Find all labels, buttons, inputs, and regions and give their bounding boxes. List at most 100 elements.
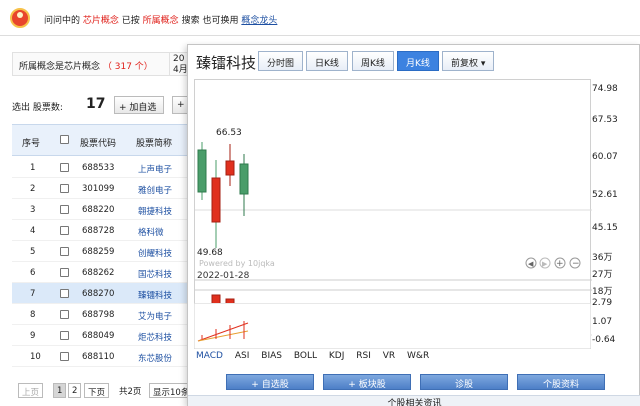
table-row[interactable]: 9 688049 炬芯科技	[12, 325, 194, 346]
indicator-bias[interactable]: BIAS	[261, 351, 282, 361]
indicator-macd[interactable]: MACD	[196, 351, 223, 361]
table-row[interactable]: 4 688728 格科微	[12, 220, 194, 241]
alt-concept-link[interactable]: 概念龙头	[241, 16, 277, 26]
tab-adjust[interactable]: 前复权 ▾	[442, 51, 495, 71]
date-bottom: 4月	[173, 65, 188, 75]
row-checkbox[interactable]	[60, 352, 69, 361]
row-checkbox[interactable]	[60, 247, 69, 256]
concept-count: （ 317 个）	[102, 62, 153, 72]
row-name-link[interactable]: 上声电子	[138, 163, 172, 175]
row-checkbox[interactable]	[60, 205, 69, 214]
row-code: 301099	[82, 184, 115, 194]
question-mid: 已按	[121, 16, 140, 26]
table-row[interactable]: 3 688220 翱捷科技	[12, 199, 194, 220]
volume-axis-2: 18万	[592, 287, 613, 297]
row-name-link[interactable]: 雅创电子	[138, 184, 172, 196]
tab-intraday[interactable]: 分时图	[258, 51, 304, 71]
indicator-wr[interactable]: W&R	[407, 351, 429, 361]
row-no: 8	[30, 310, 36, 320]
row-code: 688798	[82, 310, 115, 320]
question-bar: 问问中的 芯片概念 已按 所属概念 搜索 也可换用 概念龙头	[0, 0, 640, 36]
row-name-link[interactable]: 东芯股份	[138, 352, 172, 364]
table-row[interactable]: 8 688798 艾为电子	[12, 304, 194, 325]
zoom-out-icon[interactable]: −	[572, 259, 580, 269]
row-name-link[interactable]: 臻镭科技	[138, 289, 172, 301]
next-page-button[interactable]: 下页	[84, 383, 110, 398]
date-top: 20	[173, 54, 185, 64]
concept-label: 所属概念是芯片概念	[19, 62, 101, 72]
row-code: 688110	[82, 352, 115, 362]
indicator-kdj[interactable]: KDJ	[329, 351, 345, 361]
left-icon[interactable]: ◀	[528, 260, 534, 268]
question-prefix: 问问中的	[44, 16, 81, 26]
row-code: 688262	[82, 268, 115, 278]
add-watchlist-button[interactable]: + 加自选	[114, 96, 164, 114]
row-checkbox[interactable]	[60, 163, 69, 172]
indicator-asi[interactable]: ASI	[235, 351, 250, 361]
row-code: 688728	[82, 226, 115, 236]
date-label: 2022-01-28	[197, 271, 250, 281]
row-code: 688270	[82, 289, 115, 299]
right-icon[interactable]: ▶	[542, 260, 548, 268]
indicator-rsi[interactable]: RSI	[356, 351, 371, 361]
row-name-link[interactable]: 炬芯科技	[138, 331, 172, 343]
tab-daily-k[interactable]: 日K线	[306, 51, 348, 71]
row-name-link[interactable]: 翱捷科技	[138, 205, 172, 217]
select-all-checkbox[interactable]	[60, 135, 69, 144]
volume-axis-0: 36万	[592, 253, 613, 263]
macd-axis-2: -0.64	[592, 335, 616, 345]
prev-page-button[interactable]: 上页	[18, 383, 44, 398]
page-1-button[interactable]: 1	[53, 383, 67, 398]
category-term: 所属概念	[142, 16, 179, 26]
page-2-button[interactable]: 2	[68, 383, 82, 398]
row-no: 10	[30, 352, 41, 362]
stock-title: 臻镭科技	[196, 54, 257, 72]
row-checkbox[interactable]	[60, 331, 69, 340]
row-no: 5	[30, 247, 36, 257]
row-name-link[interactable]: 艾为电子	[138, 310, 172, 322]
tab-weekly-k[interactable]: 周K线	[352, 51, 394, 71]
volume-axis-1: 27万	[592, 270, 613, 280]
table-row[interactable]: 5 688259 创耀科技	[12, 241, 194, 262]
diagnose-action[interactable]: 诊股	[420, 374, 508, 390]
question-also: 也可换用	[202, 16, 239, 26]
indicator-vr[interactable]: VR	[383, 351, 395, 361]
row-no: 4	[30, 226, 36, 236]
add-sector-action[interactable]: + 板块股	[323, 374, 411, 390]
row-checkbox[interactable]	[60, 268, 69, 277]
row-no: 2	[30, 184, 36, 194]
row-no: 7	[30, 289, 36, 299]
stock-info-action[interactable]: 个股资料	[517, 374, 605, 390]
row-code: 688049	[82, 331, 115, 341]
table-row[interactable]: 10 688110 东芯股份	[12, 346, 194, 367]
concept-term: 芯片概念	[82, 16, 119, 26]
indicator-boll[interactable]: BOLL	[294, 351, 317, 361]
row-checkbox[interactable]	[60, 226, 69, 235]
col-code: 股票代码	[80, 139, 117, 149]
row-name-link[interactable]: 格科微	[138, 226, 164, 238]
logo-icon	[10, 8, 30, 28]
table-row[interactable]: 7 688270 臻镭科技	[12, 283, 194, 304]
row-name-link[interactable]: 创耀科技	[138, 247, 172, 259]
question-search: 搜索	[181, 16, 200, 26]
table-row[interactable]: 2 301099 雅创电子	[12, 178, 194, 199]
table-row[interactable]: 6 688262 国芯科技	[12, 262, 194, 283]
row-no: 1	[30, 163, 36, 173]
row-checkbox[interactable]	[60, 310, 69, 319]
related-news-bar[interactable]: 个股相关资讯	[188, 395, 640, 406]
zoom-controls[interactable]: ◀ ▶ + −	[525, 257, 581, 269]
table-row[interactable]: 1 688533 上声电子	[12, 157, 194, 178]
zoom-in-icon[interactable]: +	[556, 259, 564, 269]
kline-popup: 臻镭科技 分时图 日K线 周K线 月K线 前复权 ▾ 66.53 49.68 P…	[187, 44, 640, 406]
row-name-link[interactable]: 国芯科技	[138, 268, 172, 280]
table-header: 序号 股票代码 股票简称	[12, 124, 194, 156]
add-watchlist-action[interactable]: + 自选股	[226, 374, 314, 390]
col-name: 股票简称	[136, 139, 173, 149]
row-checkbox[interactable]	[60, 289, 69, 298]
tab-monthly-k[interactable]: 月K线	[397, 51, 439, 71]
row-code: 688220	[82, 205, 115, 215]
price-axis-3: 52.61	[592, 190, 618, 200]
row-checkbox[interactable]	[60, 184, 69, 193]
low-label: 49.68	[197, 248, 223, 258]
col-no: 序号	[22, 139, 41, 149]
